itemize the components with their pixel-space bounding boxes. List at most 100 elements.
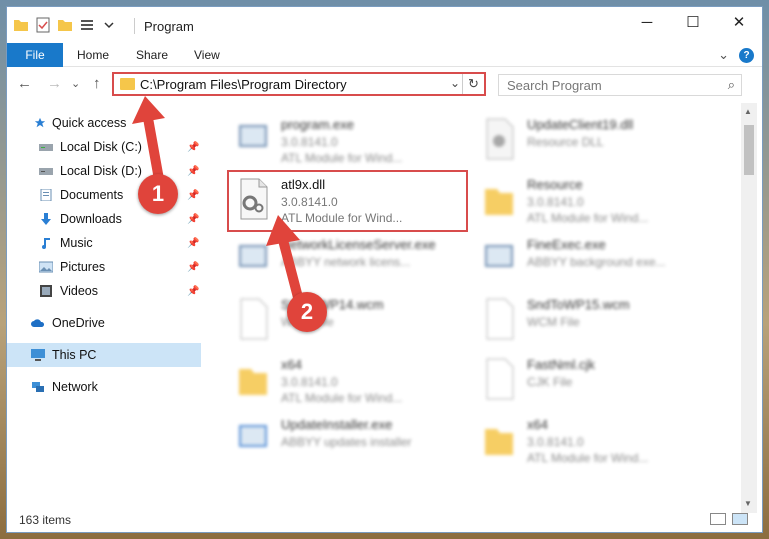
sidebar-item-label: Local Disk (C:) [60, 140, 142, 154]
sidebar-item-music[interactable]: Music 📌 [7, 231, 201, 255]
file-name: SndToWP15.wcm [527, 297, 630, 312]
maximize-button[interactable]: ☐ [670, 7, 716, 37]
network-icon [32, 382, 44, 392]
tab-view[interactable]: View [194, 43, 220, 67]
file-detail: WCM File [527, 315, 580, 329]
up-button[interactable]: ↑ [93, 75, 101, 92]
pin-icon[interactable]: 📌 [187, 262, 199, 273]
navigation-pane: Quick access Local Disk (C:) 📌 Local Dis… [7, 107, 201, 507]
tab-file[interactable]: File [7, 43, 63, 67]
sidebar-item-label: Videos [60, 284, 98, 298]
search-placeholder: Search Program [507, 78, 602, 93]
file-name: UpdateClient19.dll [527, 117, 634, 132]
sidebar-item-label: Downloads [60, 212, 122, 226]
sidebar-item-downloads[interactable]: Downloads 📌 [7, 207, 201, 231]
file-detail: CJK File [527, 375, 573, 389]
computer-icon [31, 349, 45, 361]
file-detail: ABBYY updates installer [281, 435, 412, 449]
new-folder-icon[interactable] [57, 17, 73, 33]
address-path[interactable]: C:\Program Files\Program Directory [140, 77, 347, 92]
vertical-scrollbar[interactable]: ▲ ▼ [741, 103, 757, 513]
scroll-down-icon[interactable]: ▼ [744, 499, 752, 508]
sidebar-item-pictures[interactable]: Pictures 📌 [7, 255, 201, 279]
view-toggles [710, 513, 748, 525]
sidebar-item-quick-access[interactable]: Quick access [7, 111, 201, 135]
file-item[interactable]: x64 3.0.8141.0 ATL Module for Wind... [477, 413, 717, 469]
file-item[interactable]: program.exe 3.0.8141.0 ATL Module for Wi… [231, 113, 471, 169]
file-item[interactable]: SndToWP15.wcm WCM File [477, 293, 717, 349]
file-item[interactable]: SndToWP14.wcm WCM File [231, 293, 471, 349]
scrollbar-thumb[interactable] [744, 125, 754, 175]
pin-icon[interactable]: 📌 [187, 214, 199, 225]
exe-icon [485, 245, 513, 267]
exe-icon [239, 245, 267, 267]
chevron-down-icon[interactable] [101, 17, 117, 33]
drive-icon [39, 168, 53, 175]
recent-locations-button[interactable]: ⌄ [71, 77, 80, 90]
sidebar-item-label: Network [52, 380, 98, 394]
videos-icon [40, 285, 52, 297]
file-item[interactable]: UpdateClient19.dll Resource DLL [477, 113, 717, 169]
file-name: program.exe [281, 117, 354, 132]
back-button[interactable]: ← [17, 75, 32, 92]
file-name: Resource [527, 177, 583, 192]
close-button[interactable]: ✕ [716, 7, 762, 37]
file-icon [240, 298, 268, 340]
folder-icon[interactable] [13, 17, 29, 33]
sidebar-item-onedrive[interactable]: OneDrive [7, 311, 201, 335]
sidebar-item-label: Documents [60, 188, 124, 202]
file-item[interactable]: Resource 3.0.8141.0 ATL Module for Wind.… [477, 173, 717, 229]
file-item[interactable]: x64 3.0.8141.0 ATL Module for Wind... [231, 353, 471, 409]
window-controls: ─ ☐ ✕ [624, 7, 762, 37]
file-name: NetworkLicenseServer.exe [281, 237, 436, 252]
sidebar-item-network[interactable]: Network [7, 375, 201, 399]
file-detail: 3.0.8141.0 [527, 435, 584, 449]
sidebar-item-videos[interactable]: Videos 📌 [7, 279, 201, 303]
properties-icon[interactable] [35, 17, 51, 33]
sidebar-item-local-disk-c[interactable]: Local Disk (C:) 📌 [7, 135, 201, 159]
title-separator [134, 18, 135, 34]
file-item[interactable]: NetworkLicenseServer.exe ABBYY network l… [231, 233, 471, 289]
tab-home[interactable]: Home [77, 43, 109, 67]
sidebar-item-this-pc[interactable]: This PC [7, 343, 201, 367]
search-input[interactable]: Search Program ⌕ [498, 74, 742, 96]
documents-icon [40, 189, 52, 201]
customize-toolbar-icon[interactable] [79, 17, 95, 33]
file-description: ATL Module for Wind... [281, 151, 403, 165]
address-dropdown-button[interactable]: ⌄ [450, 76, 460, 90]
file-item[interactable]: UpdateInstaller.exe ABBYY updates instal… [231, 413, 471, 469]
title-bar: Program ─ ☐ ✕ [7, 7, 762, 43]
file-icon [486, 298, 514, 340]
file-detail: ABBYY background exe... [527, 255, 666, 269]
large-icons-view-icon[interactable] [732, 513, 748, 525]
dll-icon [486, 118, 514, 160]
pin-icon[interactable]: 📌 [187, 286, 199, 297]
file-icon [486, 358, 514, 400]
pin-icon[interactable]: 📌 [187, 142, 199, 153]
forward-button[interactable]: → [47, 75, 62, 92]
minimize-button[interactable]: ─ [624, 7, 670, 37]
file-name: x64 [527, 417, 548, 432]
help-button[interactable]: ? [739, 47, 754, 63]
file-name: FineExec.exe [527, 237, 606, 252]
folder-icon [120, 78, 135, 90]
tab-share[interactable]: Share [136, 43, 168, 67]
refresh-button[interactable]: ↻ [462, 74, 484, 94]
ribbon-collapse-button[interactable]: ⌄ [718, 47, 729, 63]
sidebar-item-label: Quick access [52, 116, 127, 130]
pin-icon[interactable]: 📌 [187, 166, 199, 177]
step-marker-2: 2 [287, 292, 327, 332]
file-detail: 3.0.8141.0 [527, 195, 584, 209]
file-item[interactable]: FineExec.exe ABBYY background exe... [477, 233, 717, 289]
search-icon[interactable]: ⌕ [728, 77, 735, 93]
scroll-up-icon[interactable]: ▲ [744, 107, 752, 116]
file-detail: 3.0.8141.0 [281, 135, 338, 149]
highlight-box [227, 170, 468, 232]
file-item[interactable]: FastNml.cjk CJK File [477, 353, 717, 409]
sidebar-item-label: Local Disk (D:) [60, 164, 142, 178]
address-bar[interactable]: C:\Program Files\Program Directory ⌄ ↻ [112, 72, 486, 96]
details-view-icon[interactable] [710, 513, 726, 525]
pin-icon[interactable]: 📌 [187, 238, 199, 249]
file-description: ATL Module for Wind... [527, 211, 649, 225]
pin-icon[interactable]: 📌 [187, 190, 199, 201]
